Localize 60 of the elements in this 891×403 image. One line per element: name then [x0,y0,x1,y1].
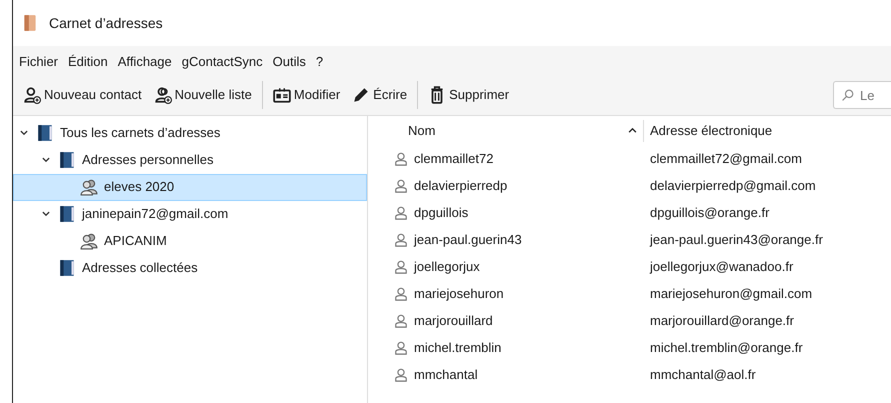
window-title: Carnet d’adresses [49,14,163,32]
menu-item[interactable]: ? [316,52,324,72]
person-icon [394,368,408,382]
column-header[interactable]: Adresse électronique [644,120,772,140]
search-icon [841,89,854,102]
contact-name: joellegorjux [414,258,480,276]
contact-name: delavierpierredp [414,177,508,196]
email-address: jean-paul.guerin43@orange.fr [648,231,823,250]
search-field[interactable]: Le [833,81,891,109]
menu-item[interactable]: Fichier [19,52,58,72]
person-icon [394,179,408,193]
email-address: dpguillois@orange.fr [649,204,770,222]
address-book-icon [58,259,76,277]
contact-name: marjorouillard [414,312,493,330]
tree-item[interactable]: Tous les carnets d’adresses [13,120,367,146]
group-icon [80,178,98,196]
toolbar-button[interactable]: Modifier [266,82,346,108]
contact-name: jean-paul.guerin43 [414,231,522,250]
person-icon [394,341,408,355]
person-icon [394,287,408,301]
menu-item[interactable]: Outils [272,52,306,72]
card-icon [272,86,291,104]
person-icon [394,314,408,328]
person-icon [394,260,408,274]
person-icon [394,152,408,166]
address-book-icon [36,124,54,142]
address-book-icon [58,151,76,169]
menu-item[interactable]: gContactSync [182,52,263,72]
email-address: marjorouillard@orange.fr [649,312,794,330]
toolbar-button[interactable]: Écrire [346,82,414,108]
tree-item[interactable]: janinepain72@gmail.com [13,200,367,228]
menu-item[interactable]: Affichage [118,52,172,72]
tree-item[interactable]: Adresses collectées [13,254,367,282]
pencil-icon [352,86,370,104]
tree-item[interactable]: Adresses personnelles [13,146,367,174]
person-icon [394,206,408,220]
toolbar-button[interactable]: Nouvelle liste [148,82,258,108]
email-address: mariejosehuron@gmail.com [649,285,812,304]
person-icon [394,233,408,247]
person-add-icon [23,86,41,104]
group-add-icon [154,86,172,104]
tree-item[interactable]: eleves 2020 [13,174,367,200]
contact-name: mariejosehuron [414,285,504,304]
email-address: michel.tremblin@orange.fr [649,339,803,358]
email-address: mmchantal@aol.fr [649,366,756,384]
email-address: delavierpierredp@gmail.com [649,177,816,196]
contact-name: dpguillois [414,204,468,222]
contact-name: mmchantal [414,366,478,384]
email-address: clemmaillet72@gmail.com [649,150,802,168]
tree-item[interactable]: APICANIM [13,228,367,254]
toolbar-button[interactable]: Nouveau contact [17,82,148,108]
contact-name: michel.tremblin [414,339,502,358]
group-icon [80,232,98,250]
email-address: joellegorjux@wanadoo.fr [648,258,794,276]
sort-up-icon [628,126,637,135]
address-book-icon [58,205,76,223]
contact-name: clemmaillet72 [414,150,494,168]
menu-item[interactable]: Édition [68,52,108,72]
column-header[interactable]: Nom [368,120,644,142]
toolbar-button[interactable]: Supprimer [422,82,516,108]
